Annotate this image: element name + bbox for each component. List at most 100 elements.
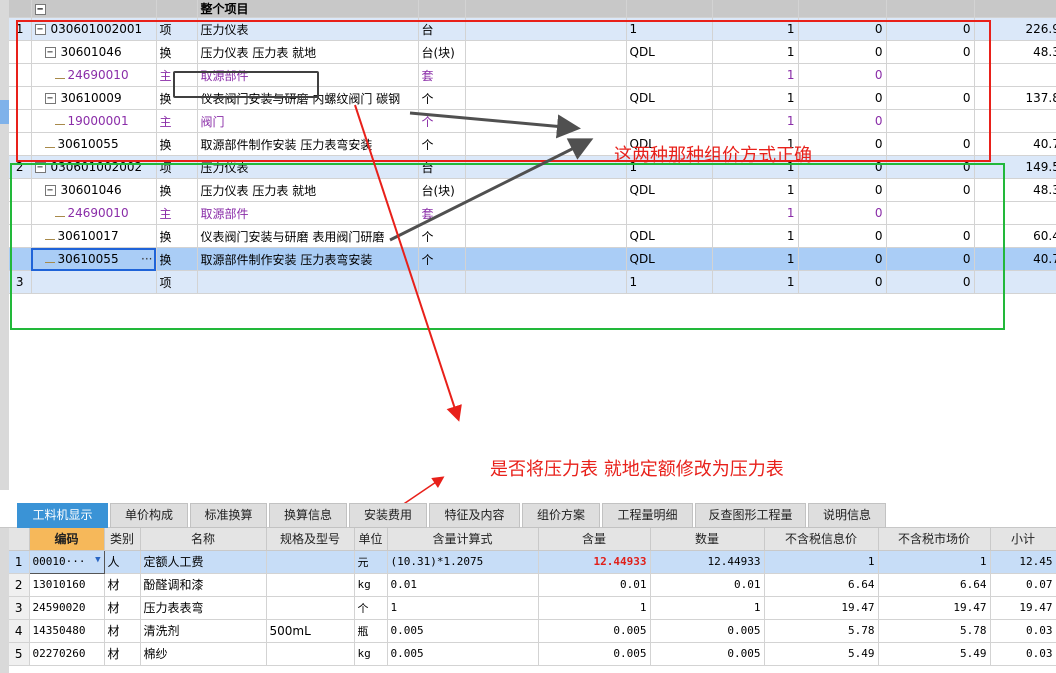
material-rn: 4 (9, 619, 30, 643)
tree-header-row[interactable]: − 整个项目 (9, 0, 1056, 18)
empty-cell (9, 363, 31, 386)
empty-cell (156, 432, 197, 455)
empty-cell (626, 386, 712, 409)
material-sub: 0.07 (990, 573, 1056, 597)
column-header[interactable]: 含量计算式 (387, 528, 539, 551)
tab-9[interactable]: 说明信息 (808, 503, 886, 528)
material-cat: 材 (104, 573, 141, 597)
material-expr[interactable]: (10.31)*1.2075 (387, 550, 539, 574)
dropdown-icon[interactable]: ▼ (95, 555, 100, 565)
material-market: 5.49 (878, 642, 991, 666)
empty-cell (974, 455, 1056, 478)
material-code[interactable]: 00010··· ▼ (28, 549, 105, 574)
empty-cell (626, 340, 712, 363)
material-amount: 0.005 (650, 619, 765, 643)
column-header[interactable]: 含量 (538, 528, 651, 551)
empty-cell (712, 363, 798, 386)
material-unit: 个 (354, 596, 388, 620)
material-row[interactable]: 4 14350480 材清洗剂 500mL 瓶 0.005 0.005 0.005 5.78 5.… (9, 619, 1056, 643)
empty-row (9, 409, 1056, 432)
material-qty: 0.005 (538, 642, 651, 666)
tab-7[interactable]: 工程量明细 (602, 503, 693, 528)
material-qty: 12.44933 (538, 550, 651, 574)
tab-2[interactable]: 标准换算 (190, 503, 267, 528)
empty-cell (31, 432, 156, 455)
tab-3[interactable]: 换算信息 (269, 503, 347, 528)
column-header[interactable]: 数量 (650, 528, 765, 551)
material-row[interactable]: 2 13010160 材酚醛调和漆 kg 0.01 0.01 0.01 6.64 6.64 0.0… (9, 573, 1056, 597)
column-header[interactable]: 规格及型号 (266, 528, 355, 551)
column-header[interactable]: 小计 (990, 528, 1056, 551)
material-code[interactable]: 13010160 (29, 573, 105, 597)
material-sub: 0.03 (990, 619, 1056, 643)
material-grid[interactable]: 编码 类别 名称 规格及型号 单位 含量计算式 含量 数量 不含税信息价 不含税市场价 小计 1 00… (9, 528, 1056, 673)
empty-cell (974, 409, 1056, 432)
empty-cell (9, 432, 31, 455)
tab-0[interactable]: 工料机显示 (17, 503, 108, 528)
collapse-icon[interactable]: − (34, 3, 46, 15)
tab-4[interactable]: 安装费用 (349, 503, 427, 528)
material-rn: 5 (9, 642, 30, 666)
column-header[interactable]: 类别 (104, 528, 141, 551)
material-unit: kg (354, 642, 388, 666)
empty-cell (197, 432, 418, 455)
empty-cell (31, 409, 156, 432)
empty-cell (974, 386, 1056, 409)
material-unit: 元 (354, 550, 388, 574)
material-code[interactable]: 24590020 (29, 596, 105, 620)
empty-cell (465, 386, 626, 409)
material-info: 1 (764, 550, 879, 574)
gutter-marker (0, 100, 9, 124)
empty-row (9, 340, 1056, 363)
empty-cell (465, 340, 626, 363)
empty-cell (156, 455, 197, 478)
empty-cell (197, 409, 418, 432)
column-header[interactable]: 名称 (140, 528, 267, 551)
material-spec: 500mL (266, 619, 355, 643)
material-expr[interactable]: 0.01 (387, 573, 539, 597)
empty-cell (886, 432, 974, 455)
material-row[interactable]: 3 24590020 材压力表表弯个 1 1 1 19.47 19.47 19.47 (9, 596, 1056, 620)
material-name: 压力表表弯 (140, 596, 267, 620)
empty-cell (974, 340, 1056, 363)
column-header[interactable]: 不含税市场价 (878, 528, 991, 551)
empty-cell (974, 432, 1056, 455)
column-header[interactable]: 不含税信息价 (764, 528, 879, 551)
material-code[interactable]: 14350480 (29, 619, 105, 643)
empty-cell (9, 455, 31, 478)
empty-cell (9, 340, 31, 363)
tab-8[interactable]: 反查图形工程量 (695, 503, 806, 528)
left-gutter (0, 0, 9, 490)
material-name: 棉纱 (140, 642, 267, 666)
material-market: 19.47 (878, 596, 991, 620)
detail-tabs: 工料机显示 单价构成 标准换算 换算信息 安装费用 特征及内容 组价方案 工程量明细 反查图形工… (0, 503, 1056, 528)
empty-cell (31, 455, 156, 478)
tab-6[interactable]: 组价方案 (522, 503, 600, 528)
empty-cell (886, 363, 974, 386)
material-expr[interactable]: 0.005 (387, 642, 539, 666)
project-root-label: 整个项目 (197, 0, 419, 18)
empty-row (9, 432, 1056, 455)
material-amount: 0.005 (650, 642, 765, 666)
material-code[interactable]: 02270260 (29, 642, 105, 666)
empty-cell (418, 455, 465, 478)
tab-1[interactable]: 单价构成 (110, 503, 188, 528)
empty-cell (418, 363, 465, 386)
column-header[interactable]: 单位 (354, 528, 388, 551)
material-row[interactable]: 5 02270260 材棉纱 kg 0.005 0.005 0.005 5.49 5.49 0.0… (9, 642, 1056, 666)
material-info: 19.47 (764, 596, 879, 620)
tab-5[interactable]: 特征及内容 (429, 503, 520, 528)
material-spec (266, 573, 355, 597)
material-expr[interactable]: 0.005 (387, 619, 539, 643)
annotation-text-1: 这两种那种组价方式正确 (614, 145, 812, 166)
material-row[interactable]: 1 00010··· ▼ 人定额人工费元 (10.31)*1.2075 12.44933 1… (9, 549, 1056, 574)
empty-cell (197, 363, 418, 386)
material-info: 5.49 (764, 642, 879, 666)
material-name: 酚醛调和漆 (140, 573, 267, 597)
material-expr[interactable]: 1 (387, 596, 539, 620)
empty-cell (974, 363, 1056, 386)
empty-cell (886, 409, 974, 432)
material-unit: 瓶 (354, 619, 388, 643)
empty-cell (9, 409, 31, 432)
column-header[interactable]: 编码 (29, 528, 105, 551)
